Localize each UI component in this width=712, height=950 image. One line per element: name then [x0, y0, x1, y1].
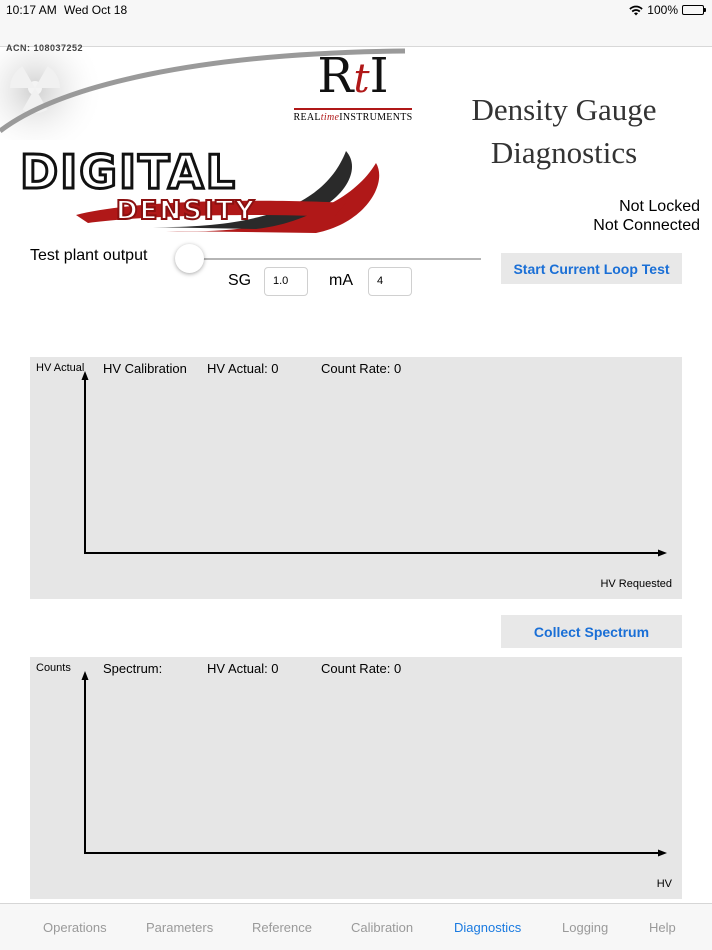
rti-company-name: REALtimeINSTRUMENTS: [293, 112, 413, 123]
hv-calibration-chart: HV Actual HV Calibration HV Actual: 0 Co…: [30, 357, 682, 599]
density-wordmark: DENSITY: [116, 196, 256, 226]
ma-label: mA: [329, 272, 353, 289]
hv-x-axis-arrow: [658, 549, 667, 557]
hv-x-axis-title: HV Requested: [600, 578, 672, 590]
battery-percent: 100%: [647, 3, 678, 17]
status-time: 10:17 AM: [6, 3, 57, 17]
digital-wordmark: DIGITAL: [20, 145, 237, 199]
spectrum-chart-axes: [81, 671, 667, 857]
spectrum-y-axis-title: Counts: [36, 662, 71, 674]
hv-chart-title: HV Calibration: [103, 361, 187, 376]
tab-diagnostics[interactable]: Diagnostics: [454, 920, 521, 935]
spectrum-chart-title: Spectrum:: [103, 661, 163, 676]
page-title: Density Gauge Diagnostics: [471, 92, 657, 170]
rti-logo: RtI REALtimeINSTRUMENTS: [288, 50, 418, 132]
tab-reference[interactable]: Reference: [252, 920, 312, 935]
sg-field[interactable]: 1.0: [264, 267, 308, 296]
rti-mark: RtI: [317, 48, 389, 104]
tab-help[interactable]: Help: [649, 920, 676, 935]
spectrum-x-axis-title: HV: [656, 878, 672, 890]
tab-bar: Operations Parameters Reference Calibrat…: [0, 903, 712, 950]
digital-density-logo: DIGITAL DENSITY: [19, 144, 380, 233]
test-plant-output-label: Test plant output: [30, 247, 148, 264]
tab-parameters[interactable]: Parameters: [146, 920, 213, 935]
status-right: 100%: [629, 3, 706, 17]
status-date: Wed Oct 18: [64, 3, 128, 17]
hv-actual-readout: HV Actual: 0: [207, 361, 279, 376]
acn-number: ACN: 108037252: [6, 43, 84, 53]
collect-spectrum-button[interactable]: Collect Spectrum: [501, 615, 682, 648]
spectrum-hv-actual-readout: HV Actual: 0: [207, 661, 279, 676]
tab-operations[interactable]: Operations: [43, 920, 107, 935]
spectrum-count-rate-readout: Count Rate: 0: [321, 661, 402, 676]
battery-icon: [682, 5, 706, 15]
tab-calibration[interactable]: Calibration: [351, 920, 413, 935]
tab-logging[interactable]: Logging: [562, 920, 608, 935]
hv-chart-axes: [81, 371, 667, 557]
status-bar: 10:17 AM Wed Oct 18 100%: [0, 0, 712, 20]
start-current-loop-test-button[interactable]: Start Current Loop Test: [501, 253, 682, 284]
spectrum-chart: Counts Spectrum: HV Actual: 0 Count Rate…: [30, 657, 682, 899]
test-output-slider-thumb[interactable]: [175, 244, 204, 273]
sg-label: SG: [228, 272, 252, 289]
test-output-slider-track[interactable]: [188, 258, 481, 260]
wifi-icon: [629, 5, 643, 15]
device-status: Not Locked Not Connected: [593, 197, 700, 235]
spectrum-x-axis-arrow: [658, 849, 667, 857]
ma-field[interactable]: 4: [368, 267, 412, 296]
spectrum-y-axis-arrow: [81, 671, 89, 680]
connection-status: Not Connected: [593, 217, 700, 234]
lock-status: Not Locked: [619, 198, 700, 215]
hv-count-rate-readout: Count Rate: 0: [321, 361, 402, 376]
navigation-bar: [0, 20, 712, 47]
hv-y-axis-title: HV Actual: [36, 362, 85, 374]
